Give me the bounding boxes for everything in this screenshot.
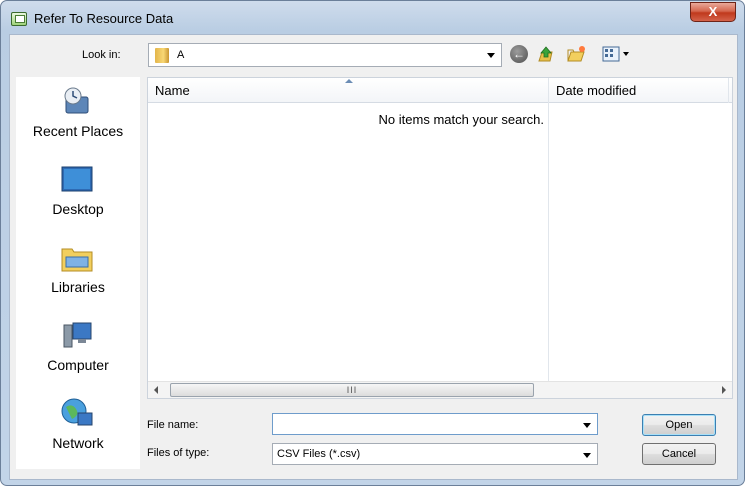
chevron-down-icon[interactable]	[583, 453, 591, 458]
up-folder-icon[interactable]	[536, 44, 556, 64]
file-list[interactable]: Name Date modified No items match your s…	[147, 77, 733, 399]
place-label: Recent Places	[32, 123, 124, 139]
file-type-label: Files of type:	[147, 447, 210, 459]
open-button[interactable]: Open	[642, 414, 716, 436]
computer-icon	[63, 322, 92, 348]
places-bar: Recent Places Desktop Libraries Computer…	[16, 77, 140, 469]
libraries-icon	[61, 248, 93, 272]
desktop-icon	[61, 166, 93, 192]
column-header-date-modified[interactable]: Date modified	[556, 83, 636, 98]
chevron-down-icon[interactable]	[583, 423, 591, 428]
place-computer[interactable]: Computer	[16, 317, 140, 393]
new-folder-icon[interactable]	[566, 44, 588, 64]
recent-places-icon	[64, 87, 89, 114]
column-header-name[interactable]: Name	[155, 83, 190, 98]
folder-icon	[155, 48, 169, 63]
scroll-right-icon[interactable]	[722, 386, 726, 394]
scroll-left-icon[interactable]	[154, 386, 158, 394]
place-desktop[interactable]: Desktop	[16, 161, 140, 237]
cancel-button[interactable]: Cancel	[642, 443, 716, 465]
file-type-value: CSV Files (*.csv)	[277, 448, 361, 460]
file-list-header: Name Date modified	[148, 78, 732, 103]
back-icon[interactable]: ←	[510, 45, 528, 63]
window-title: Refer To Resource Data	[34, 11, 174, 26]
place-libraries[interactable]: Libraries	[16, 239, 140, 315]
file-name-label: File name:	[147, 419, 199, 431]
horizontal-scrollbar[interactable]: III	[148, 381, 732, 398]
dialog-body: Look in: A ← Recent Places Desktop Libra…	[9, 34, 738, 480]
close-button[interactable]: X	[690, 2, 736, 22]
scrollbar-thumb[interactable]: III	[170, 383, 534, 397]
empty-message: No items match your search.	[378, 112, 544, 127]
column-divider[interactable]	[548, 78, 549, 398]
place-label: Libraries	[51, 279, 105, 295]
place-label: Computer	[47, 357, 109, 373]
look-in-label: Look in:	[82, 49, 121, 61]
scrollbar-grip: III	[346, 385, 358, 395]
look-in-value: A	[177, 49, 185, 61]
file-type-dropdown[interactable]: CSV Files (*.csv)	[272, 443, 598, 465]
file-name-combo[interactable]	[272, 413, 598, 435]
title-bar[interactable]: Refer To Resource Data X	[1, 1, 744, 35]
place-label: Desktop	[52, 201, 104, 217]
file-name-input[interactable]	[273, 414, 573, 434]
column-divider[interactable]	[728, 78, 729, 103]
network-icon	[61, 398, 93, 426]
app-icon	[11, 12, 27, 26]
chevron-down-icon[interactable]	[487, 53, 495, 58]
dialog-window: Refer To Resource Data X Look in: A ← Re…	[0, 0, 745, 486]
place-recent-places[interactable]: Recent Places	[16, 83, 140, 159]
sort-ascending-icon	[345, 79, 353, 83]
look-in-dropdown[interactable]: A	[148, 43, 502, 67]
place-label: Network	[52, 435, 104, 451]
place-network[interactable]: Network	[16, 395, 140, 469]
views-menu-icon[interactable]	[600, 44, 634, 64]
